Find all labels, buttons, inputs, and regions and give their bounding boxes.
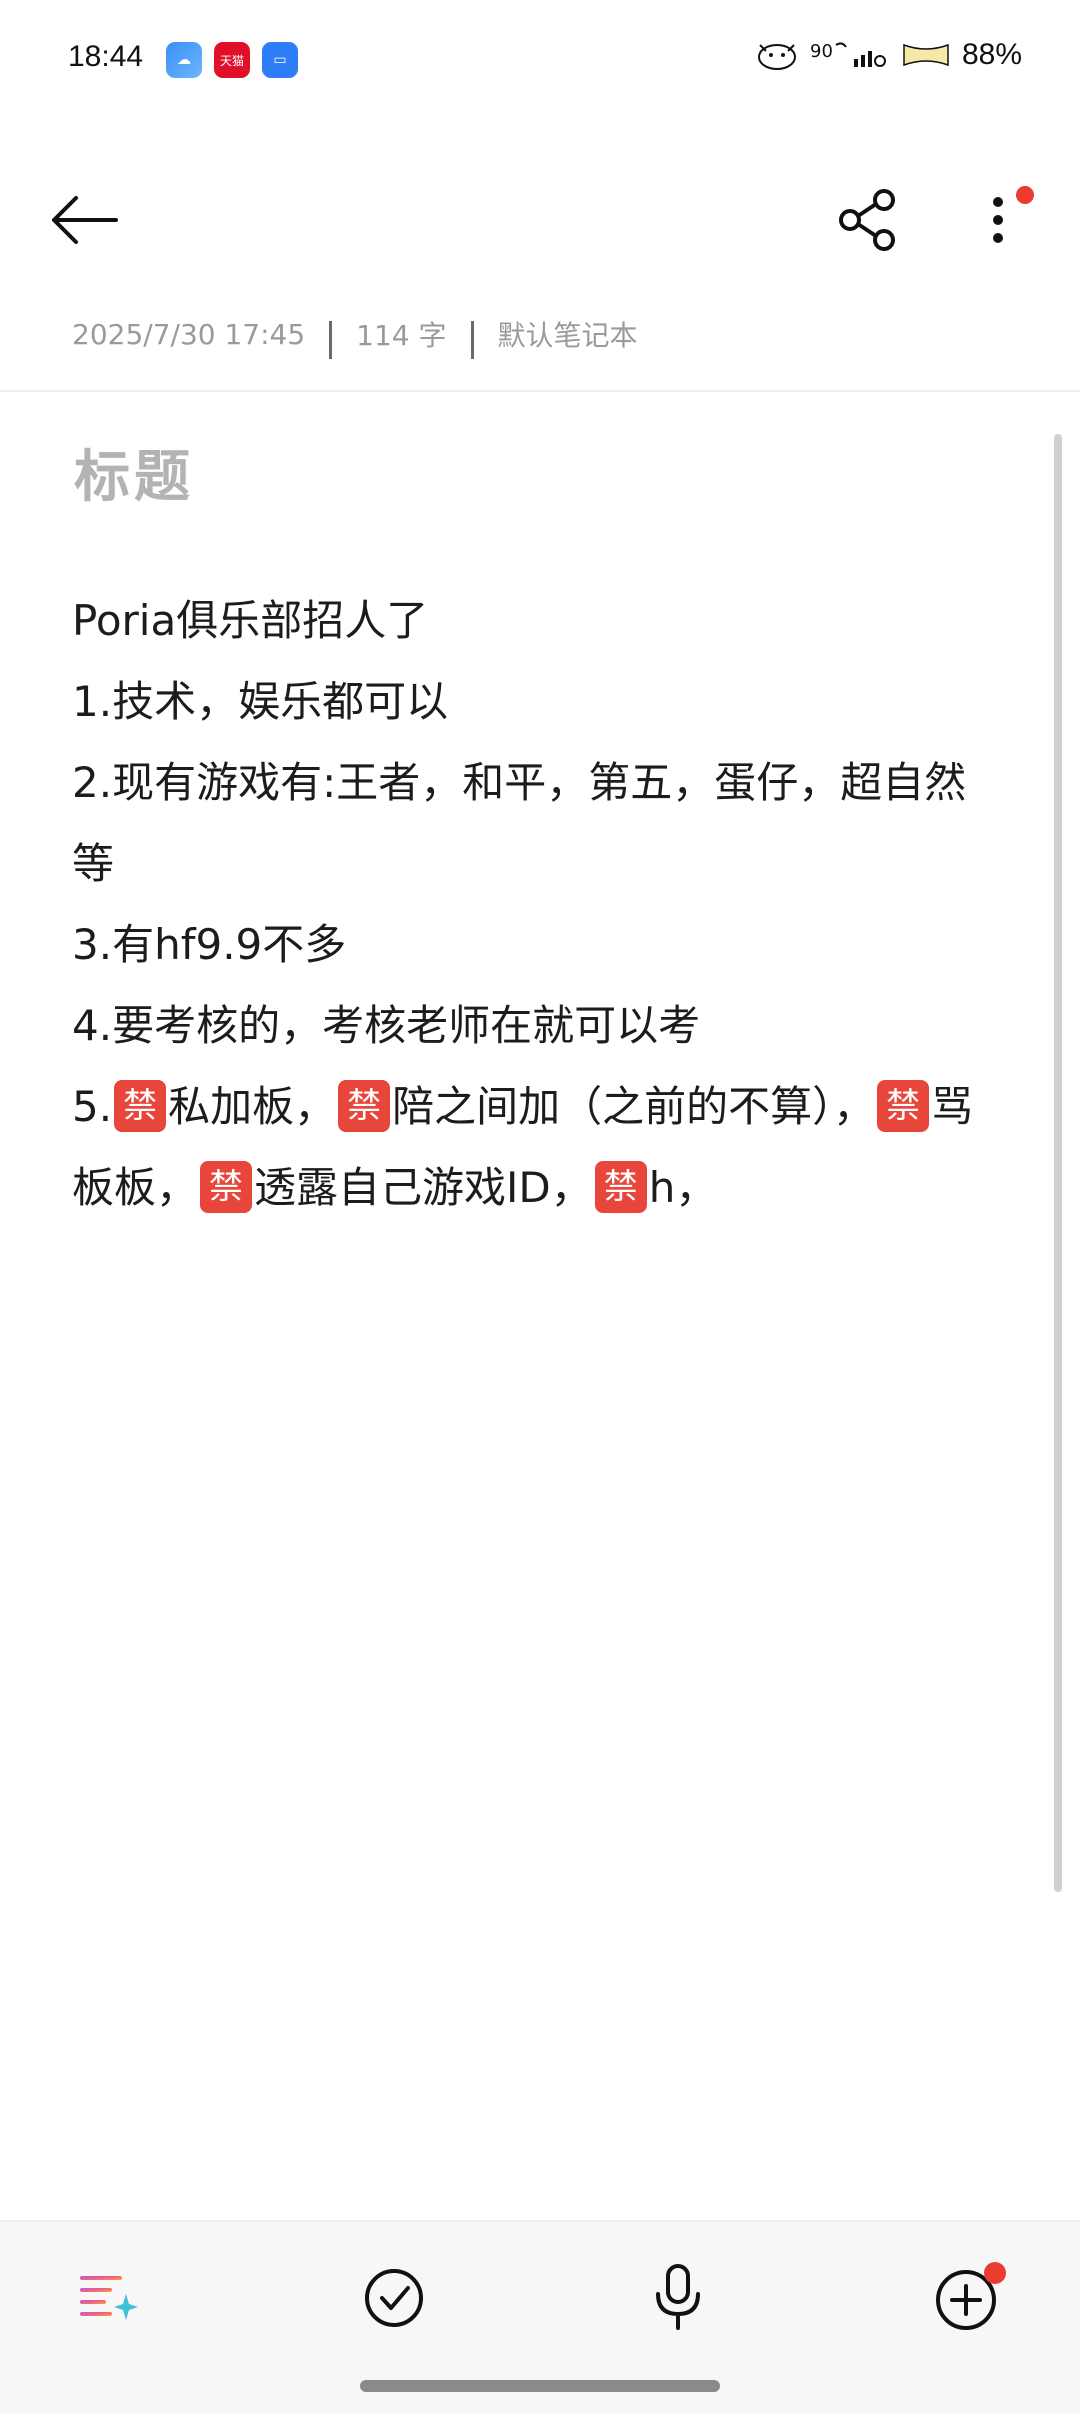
meta-separator	[470, 321, 474, 359]
checklist-button[interactable]	[354, 2258, 434, 2338]
meta-divider	[0, 390, 1080, 392]
battery-percent: 88%	[961, 38, 1022, 71]
note-line: 1.技术，娱乐都可以	[72, 677, 449, 726]
rule-text: 陪之间加（之前的不算），	[392, 1082, 876, 1131]
more-options-button[interactable]	[970, 186, 1034, 254]
note-line: Poria俱乐部招人了	[72, 596, 429, 645]
prohibited-emoji-icon: 禁	[114, 1079, 167, 1132]
note-title-input[interactable]: 标题	[74, 432, 194, 513]
status-bar: 18:44 ☁ 天猫 ▭ 90 88%	[0, 0, 1080, 120]
notification-dot	[1016, 186, 1034, 204]
note-line-rules: 5. 禁私加板，禁陪之间加（之前的不算），禁骂板板，禁透露自己游戏ID，禁 h，	[72, 1066, 992, 1228]
note-line: 4.要考核的，考核老师在就可以考	[72, 1001, 701, 1050]
back-button[interactable]	[46, 188, 122, 252]
note-toolbar	[0, 170, 1080, 270]
note-word-count: 114 字	[356, 319, 447, 352]
tmall-app-icon: 天猫	[214, 42, 250, 78]
notification-dot	[984, 2262, 1006, 2284]
weather-app-icon: ☁	[166, 42, 202, 78]
add-button[interactable]	[926, 2258, 1006, 2338]
notebook-selector[interactable]: 默认笔记本	[498, 314, 638, 354]
arrow-left-icon	[52, 196, 118, 244]
note-body-editor[interactable]: Poria俱乐部招人了 1.技术，娱乐都可以 2.现有游戏有:王者，和平，第五，…	[72, 580, 992, 1228]
rule-text: 透露自己游戏ID，	[254, 1163, 593, 1212]
status-indicators: 90 88%	[754, 38, 1022, 72]
status-app-icons: ☁ 天猫 ▭	[166, 42, 298, 78]
note-meta: 2025/7/30 17:45 114 字 默认笔记本	[72, 314, 638, 359]
note-line: 3.有hf9.9不多	[72, 920, 347, 969]
cat-face-icon	[754, 39, 800, 71]
prohibited-emoji-icon: 禁	[200, 1160, 253, 1213]
note-line: 2.现有游戏有:王者，和平，第五，蛋仔，超自然等	[72, 758, 967, 888]
checklist-icon	[365, 2269, 423, 2327]
battery-icon	[900, 39, 952, 71]
meta-separator	[329, 321, 333, 359]
prohibited-emoji-icon: 禁	[338, 1079, 391, 1132]
network-signal-icon: 90	[810, 39, 890, 71]
prohibited-emoji-icon: 禁	[594, 1160, 647, 1213]
home-indicator[interactable]	[360, 2380, 720, 2392]
svg-text:90: 90	[810, 41, 833, 62]
rule-text: 私加板，	[168, 1082, 337, 1131]
scrollbar[interactable]	[1054, 434, 1062, 1892]
ai-format-button[interactable]	[68, 2258, 148, 2338]
microphone-icon	[656, 2264, 700, 2330]
prohibited-emoji-icon: 禁	[877, 1079, 930, 1132]
share-button[interactable]	[834, 186, 902, 254]
status-time: 18:44	[68, 40, 144, 73]
note-datetime: 2025/7/30 17:45	[72, 317, 306, 351]
rule-text: h，	[648, 1163, 718, 1212]
rules-prefix: 5.	[72, 1082, 113, 1131]
voice-input-button[interactable]	[638, 2258, 718, 2338]
files-app-icon: ▭	[262, 42, 298, 78]
share-icon	[839, 189, 895, 251]
ai-format-icon	[80, 2276, 138, 2320]
